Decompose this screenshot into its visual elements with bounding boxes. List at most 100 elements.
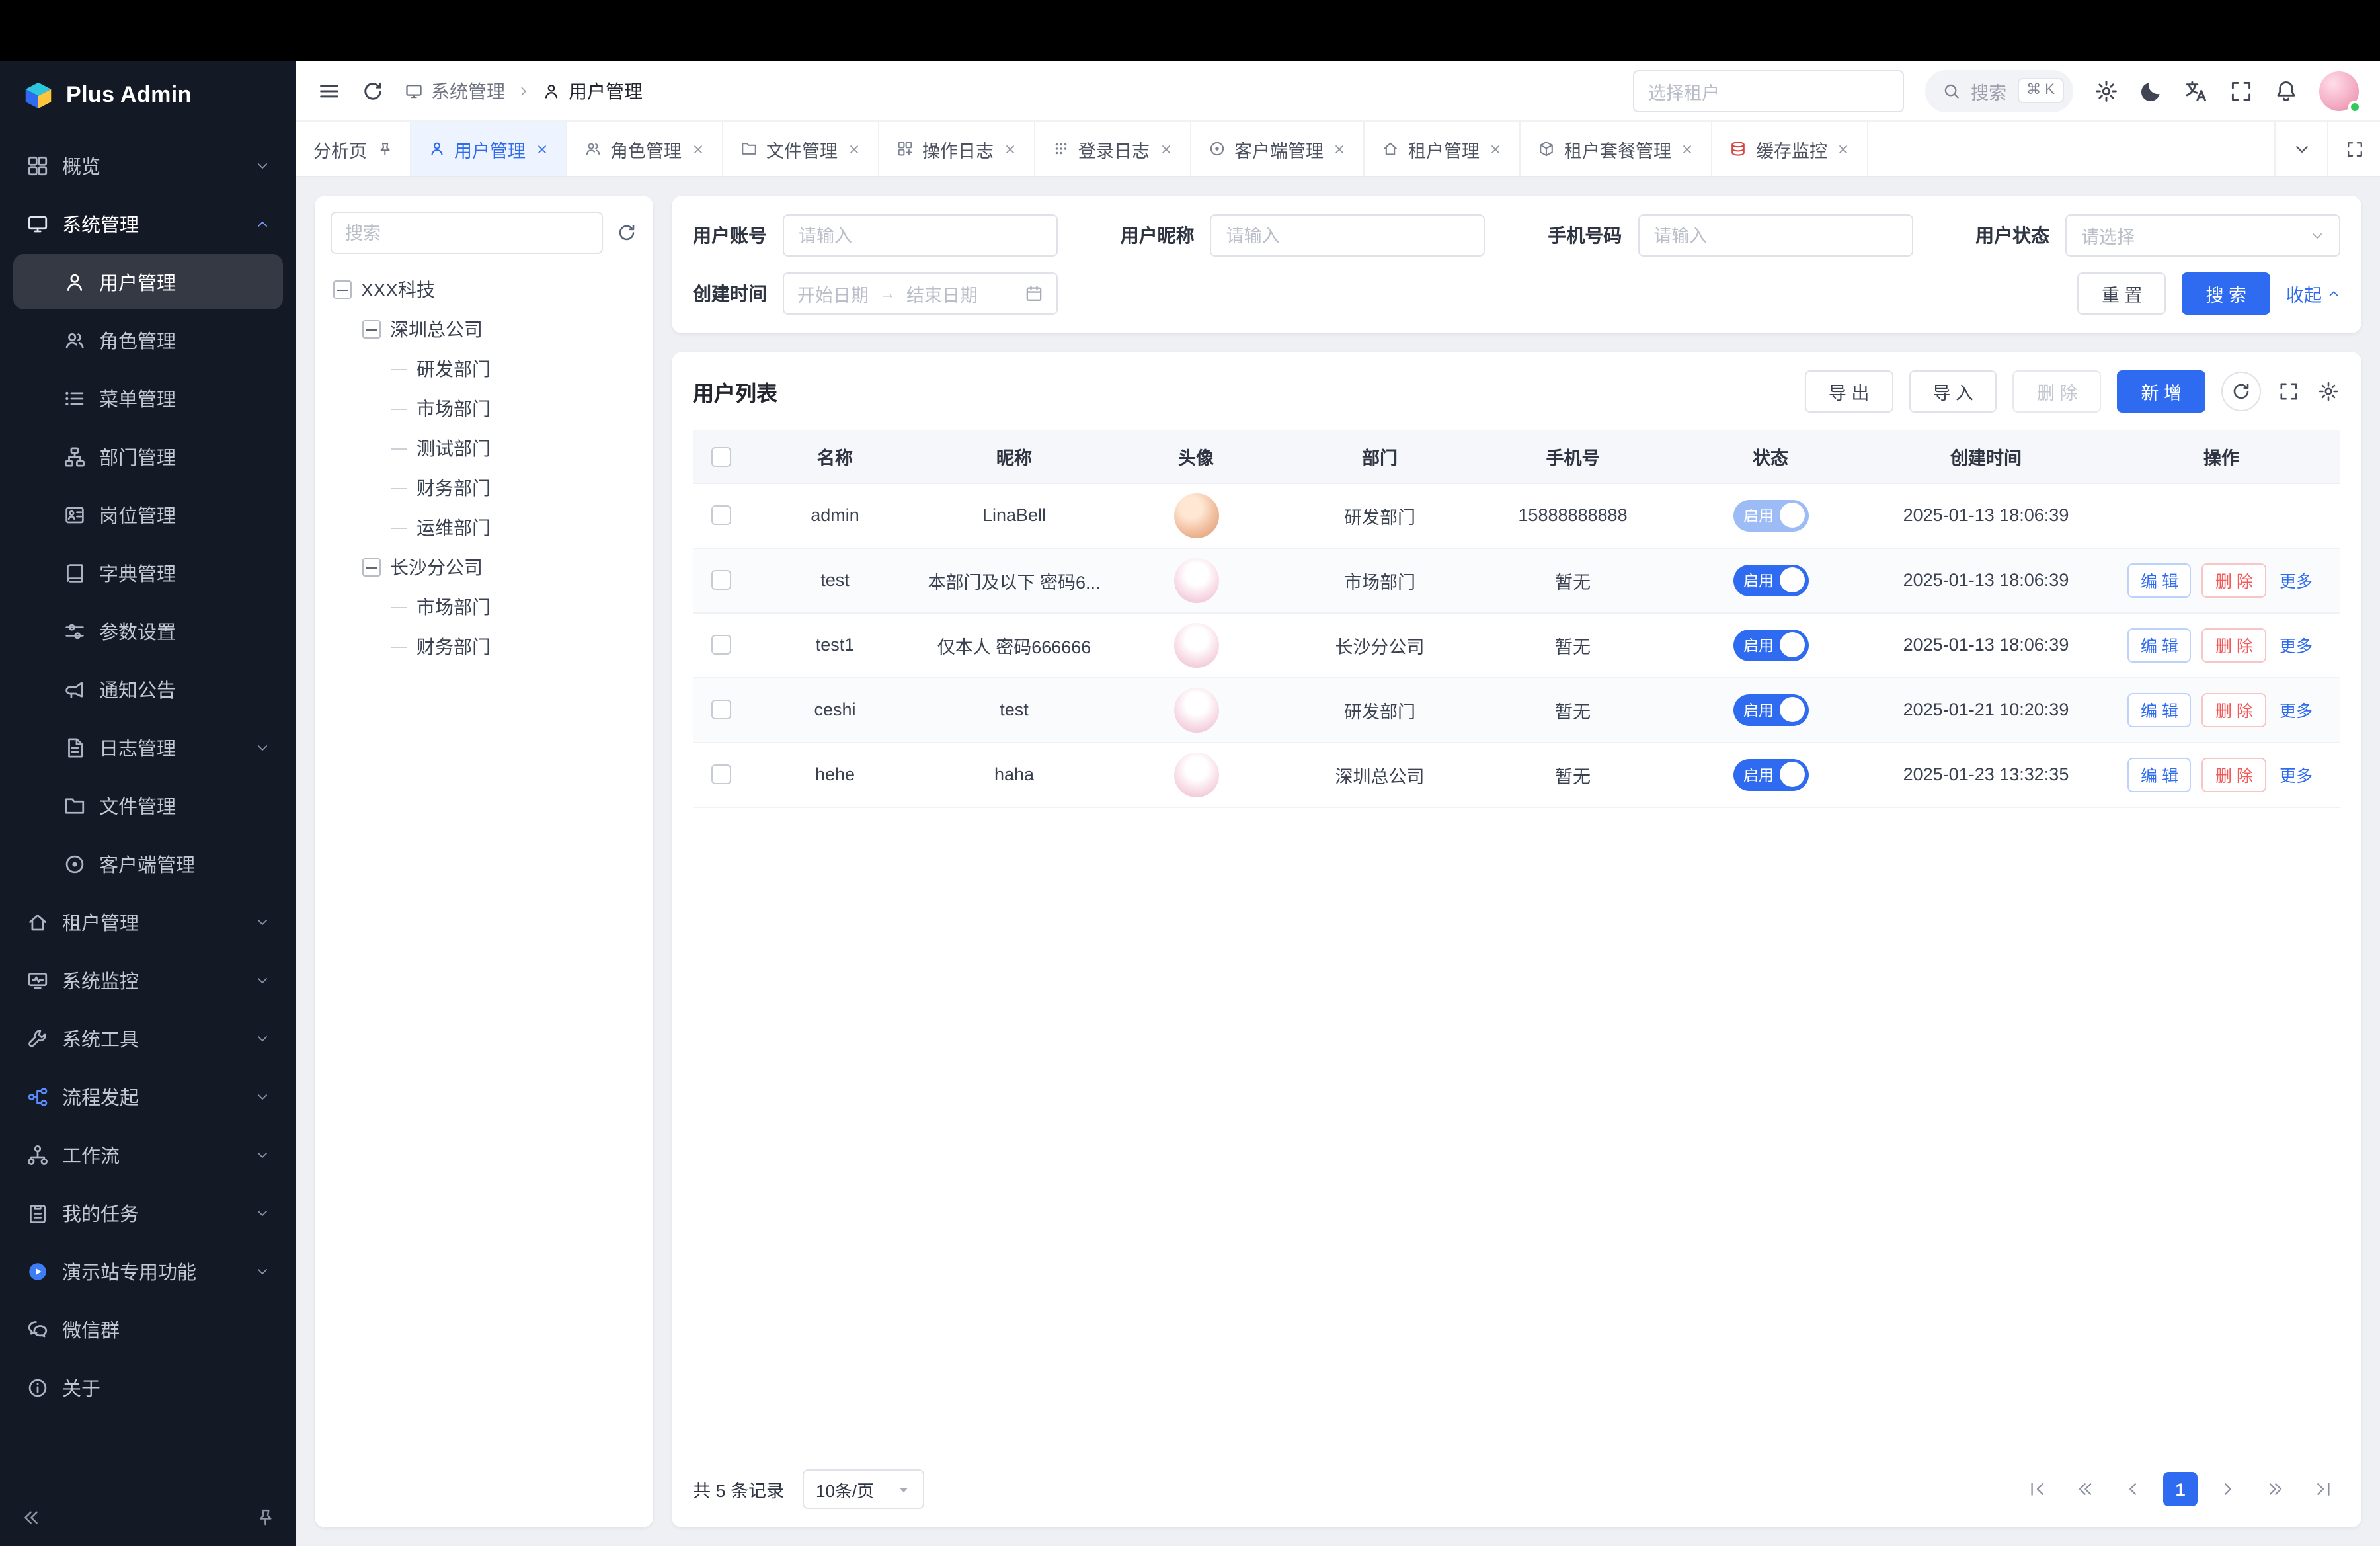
close-icon[interactable] [1159,142,1172,155]
sidebar-item-file[interactable]: 文件管理 [13,778,283,833]
tab-client[interactable]: 客户端管理 [1191,122,1365,176]
sidebar-item-client[interactable]: 客户端管理 [13,836,283,891]
user-status-select[interactable]: 请选择 [2065,214,2340,257]
tree-node[interactable]: 市场部门 [331,389,637,428]
row-checkbox[interactable] [711,571,731,590]
search-button[interactable]: 搜 索 [2182,272,2270,315]
collapse-filters-link[interactable]: 收起 [2286,280,2340,307]
tree-search-input[interactable] [331,212,603,254]
tree-node[interactable]: 市场部门 [331,587,637,627]
edit-button[interactable]: 编 辑 [2127,563,2192,597]
page-size-select[interactable]: 10条/页 [803,1469,924,1509]
breadcrumb-item-system[interactable]: 系统管理 [405,77,505,104]
tree-node[interactable]: 研发部门 [331,349,637,389]
status-switch[interactable]: 启用 [1733,629,1808,661]
tree-node[interactable]: 测试部门 [331,428,637,468]
tree-node[interactable]: 长沙分公司 [331,548,637,587]
delete-row-button[interactable]: 删 除 [2202,692,2266,727]
sidebar-item-menu[interactable]: 菜单管理 [13,370,283,426]
language-button[interactable] [2184,79,2208,102]
next-page-button[interactable] [2211,1472,2245,1506]
tree-node[interactable]: 深圳总公司 [331,309,637,349]
global-search[interactable]: 搜索 ⌘ K [1924,69,2073,112]
fullscreen-table-button[interactable] [2277,380,2301,403]
row-checkbox[interactable] [711,506,731,526]
tree-node[interactable]: 财务部门 [331,468,637,508]
fullscreen-button[interactable] [2229,79,2253,102]
prev-page-button[interactable] [2116,1472,2150,1506]
sidebar-item-tasks[interactable]: 我的任务 [13,1185,283,1241]
sidebar-item-user[interactable]: 用户管理 [13,254,283,309]
tab-loginlog[interactable]: 登录日志 [1035,122,1191,176]
row-checkbox[interactable] [711,635,731,655]
settings-button[interactable] [2094,79,2118,102]
add-button[interactable]: 新 增 [2117,370,2205,413]
import-button[interactable]: 导 入 [1909,370,1997,413]
tab-analysis[interactable]: 分析页 [296,122,411,176]
sidebar-item-post[interactable]: 岗位管理 [13,487,283,542]
status-switch[interactable]: 启用 [1733,758,1808,790]
edit-button[interactable]: 编 辑 [2127,628,2192,662]
sidebar-item-tenant[interactable]: 租户管理 [13,894,283,950]
sidebar-item-system[interactable]: 系统管理 [13,196,283,251]
tab-user[interactable]: 用户管理 [411,122,567,176]
date-range-picker[interactable]: 开始日期 → 结束日期 [783,272,1058,315]
user-nickname-input[interactable] [1210,214,1486,257]
status-switch[interactable]: 启用 [1733,564,1808,596]
row-checkbox[interactable] [711,700,731,720]
close-icon[interactable] [1681,142,1694,155]
close-icon[interactable] [535,142,548,155]
tab-oplog[interactable]: 操作日志 [879,122,1035,176]
sidebar-item-notice[interactable]: 通知公告 [13,661,283,717]
tab-redis[interactable]: 缓存监控 [1712,122,1868,176]
sidebar-item-tools[interactable]: 系统工具 [13,1010,283,1066]
row-checkbox[interactable] [711,765,731,785]
delete-row-button[interactable]: 删 除 [2202,628,2266,662]
tree-expander[interactable] [362,320,381,339]
sidebar-item-sysmon[interactable]: 系统监控 [13,952,283,1008]
status-switch[interactable]: 启用 [1733,694,1808,725]
more-button[interactable]: 更多 [2277,757,2315,792]
edit-button[interactable]: 编 辑 [2127,692,2192,727]
tab-package[interactable]: 租户套餐管理 [1521,122,1712,176]
sidebar-item-param[interactable]: 参数设置 [13,603,283,659]
tab-tenant[interactable]: 租户管理 [1365,122,1521,176]
more-button[interactable]: 更多 [2277,692,2315,727]
tab-role[interactable]: 角色管理 [567,122,723,176]
export-button[interactable]: 导 出 [1805,370,1893,413]
more-button[interactable]: 更多 [2277,628,2315,662]
sidebar-item-dept[interactable]: 部门管理 [13,428,283,484]
prev-pages-button[interactable] [2068,1472,2102,1506]
select-all-checkbox[interactable] [711,446,731,466]
close-icon[interactable] [1837,142,1850,155]
tree-node[interactable]: 财务部门 [331,627,637,667]
pin-sidebar-button[interactable] [255,1507,275,1527]
last-page-button[interactable] [2306,1472,2340,1506]
sidebar-item-flow[interactable]: 流程发起 [13,1069,283,1124]
sidebar-item-demo[interactable]: 演示站专用功能 [13,1243,283,1299]
tree-expander[interactable] [333,280,352,299]
delete-row-button[interactable]: 删 除 [2202,563,2266,597]
sidebar-item-role[interactable]: 角色管理 [13,312,283,368]
collapse-sidebar-button[interactable] [21,1507,41,1527]
menu-toggle-button[interactable] [317,79,341,102]
tree-expander[interactable] [362,558,381,577]
tree-node[interactable]: 运维部门 [331,508,637,548]
theme-toggle-button[interactable] [2139,79,2163,102]
reset-button[interactable]: 重 置 [2078,272,2166,315]
close-icon[interactable] [847,142,860,155]
edit-button[interactable]: 编 辑 [2127,757,2192,792]
close-icon[interactable] [1003,142,1016,155]
tree-refresh-button[interactable] [616,222,637,243]
tab-overflow-button[interactable] [2274,122,2327,176]
close-icon[interactable] [1333,142,1346,155]
phone-input[interactable] [1638,214,1913,257]
sidebar-item-overview[interactable]: 概览 [13,138,283,193]
sidebar-item-workflow[interactable]: 工作流 [13,1127,283,1182]
table-settings-button[interactable] [2317,380,2340,403]
close-icon[interactable] [691,142,704,155]
user-account-input[interactable] [783,214,1058,257]
tab-file[interactable]: 文件管理 [723,122,879,176]
tenant-select[interactable]: 选择租户 [1632,69,1903,112]
tree-node[interactable]: XXX科技 [331,270,637,309]
